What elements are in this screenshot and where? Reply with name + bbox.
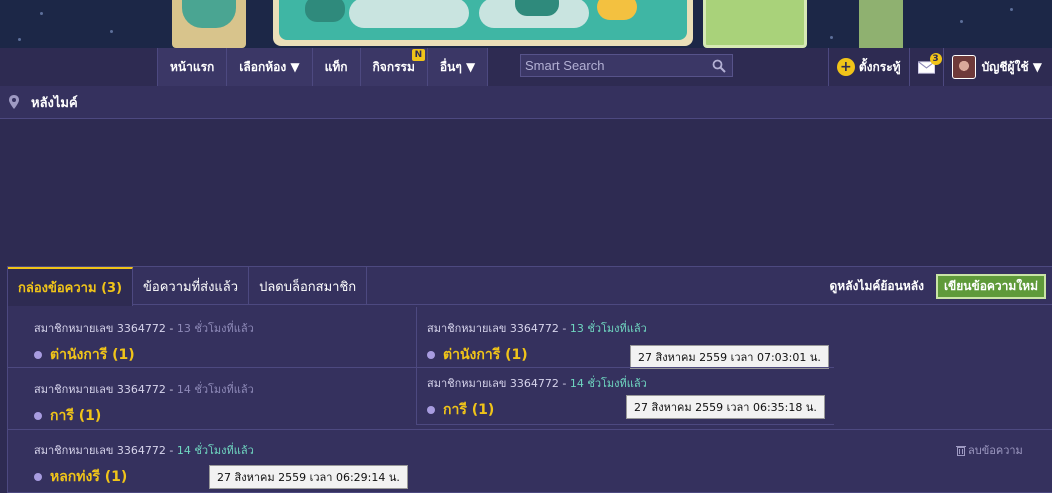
user-nav: + ตั้งกระทู้ 3 บัญชีผู้ใช้ ▼ (827, 48, 1052, 86)
history-link[interactable]: ดูหลังไมค์ย้อนหลัง (830, 277, 924, 296)
list-item[interactable]: สมาชิกหมายเลข 3364772 - 13 ชั่วโมงที่แล้… (427, 319, 647, 366)
delete-message-link[interactable]: ลบข้อความ (956, 441, 1023, 459)
nav-rooms[interactable]: เลือกห้อง ▼ (227, 48, 313, 86)
search-icon[interactable] (706, 59, 732, 73)
breadcrumb: หลังไมค์ (0, 86, 1052, 119)
page-title: หลังไมค์ (31, 95, 78, 111)
nav-tags[interactable]: แท็ก (313, 48, 361, 86)
list-item[interactable]: สมาชิกหมายเลข 3364772 - 14 ชั่วโมงที่แล้… (427, 374, 647, 421)
plus-icon: + (836, 58, 855, 76)
nav-activities[interactable]: กิจกรรม N (361, 48, 428, 86)
create-topic-button[interactable]: + ตั้งกระทู้ (827, 48, 909, 86)
timestamp-tooltip: 27 สิงหาคม 2559 เวลา 06:35:18 น. (626, 395, 825, 419)
location-pin-icon (9, 95, 19, 109)
tab-unblock[interactable]: ปลดบล็อกสมาชิก (249, 267, 368, 305)
unread-dot-icon (34, 412, 42, 420)
unread-dot-icon (34, 351, 42, 359)
trash-icon (956, 445, 966, 456)
message-subject[interactable]: การี (1) (34, 405, 254, 427)
tab-inbox[interactable]: กล่องข้อความ (3) (8, 267, 134, 306)
message-subject[interactable]: ต่านังการี (1) (34, 344, 254, 366)
nav-home[interactable]: หน้าแรก (158, 48, 228, 86)
new-message-button[interactable]: เขียนข้อความใหม่ (935, 273, 1046, 299)
list-item[interactable]: สมาชิกหมายเลข 3364772 - 14 ชั่วโมงที่แล้… (34, 380, 254, 427)
header-banner (0, 0, 1052, 48)
avatar (951, 55, 976, 79)
unread-dot-icon (427, 406, 435, 414)
timestamp-tooltip: 27 สิงหาคม 2559 เวลา 06:29:14 น. (209, 465, 408, 489)
unread-dot-icon (34, 473, 42, 481)
tab-actions: ดูหลังไมค์ย้อนหลัง เขียนข้อความใหม่ (830, 267, 1046, 305)
banner-art-tree (859, 0, 903, 48)
main-menu: หน้าแรก เลือกห้อง ▼ แท็ก กิจกรรม N อื่นๆ … (157, 48, 489, 86)
banner-art-right (703, 0, 807, 48)
message-subject[interactable]: ต่านังการี (1) (427, 344, 647, 366)
timestamp-tooltip: 27 สิงหาคม 2559 เวลา 07:03:01 น. (630, 345, 829, 369)
account-menu[interactable]: บัญชีผู้ใช้ ▼ (942, 48, 1052, 86)
top-navbar: หน้าแรก เลือกห้อง ▼ แท็ก กิจกรรม N อื่นๆ … (0, 48, 1052, 86)
new-badge: N (411, 49, 425, 61)
search-input[interactable] (521, 55, 706, 76)
banner-art-center (273, 0, 693, 46)
banner-art-left (172, 0, 246, 48)
unread-dot-icon (427, 351, 435, 359)
mail-count-badge: 3 (929, 53, 942, 65)
list-item[interactable]: สมาชิกหมายเลข 3364772 - 13 ชั่วโมงที่แล้… (34, 319, 254, 366)
nav-more[interactable]: อื่นๆ ▼ (428, 48, 489, 86)
mail-button[interactable]: 3 (908, 48, 943, 86)
message-subject[interactable]: การี (1) (427, 399, 647, 421)
smart-search (520, 54, 733, 77)
message-panel: กล่องข้อความ (3) ข้อความที่ส่งแล้ว ปลดบล… (7, 266, 1052, 493)
message-tabs: กล่องข้อความ (3) ข้อความที่ส่งแล้ว ปลดบล… (8, 267, 1052, 306)
tab-sent[interactable]: ข้อความที่ส่งแล้ว (133, 267, 250, 305)
